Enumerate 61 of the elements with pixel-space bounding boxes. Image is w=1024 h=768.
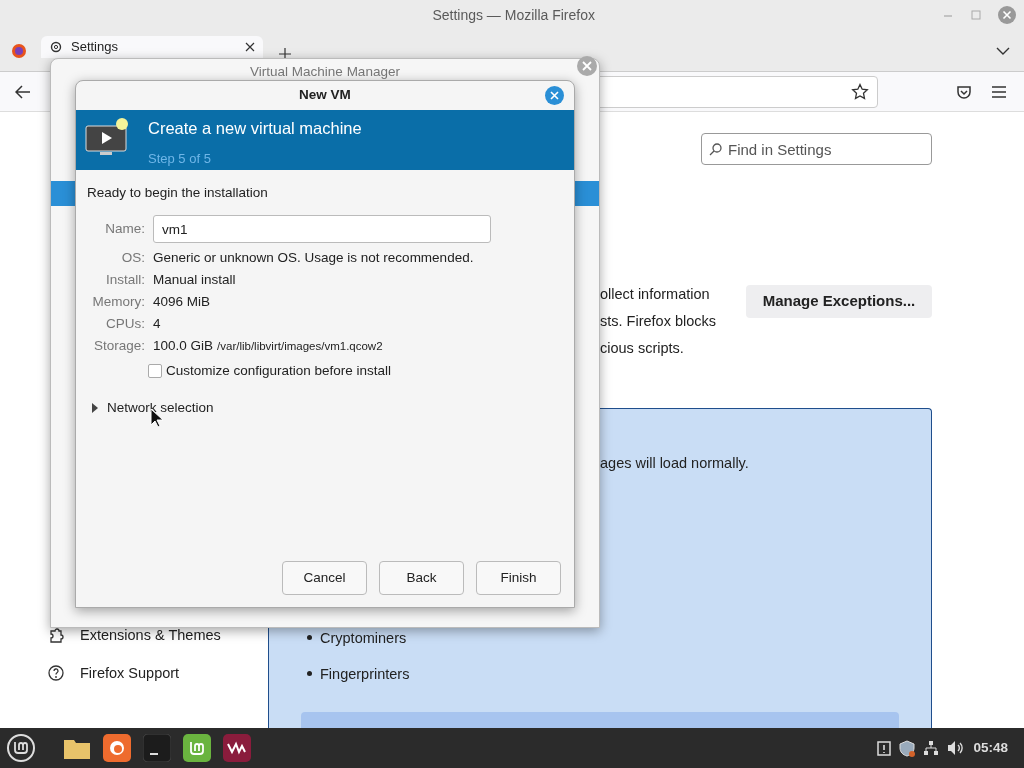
firefox-icon[interactable] — [103, 734, 131, 762]
file-path: /var/lib/libvirt/images/vm1.qcow2 — [217, 338, 383, 354]
expander-label[interactable]: Network selection — [107, 397, 214, 418]
intro-text: Ready to begin the installation — [87, 184, 269, 202]
field-value: Generic or unknown OS. Usage is not recommended. — [153, 249, 474, 268]
sidebar-item[interactable]: Firefox Support — [48, 664, 268, 682]
info-text: ages will load normally. — [600, 454, 750, 473]
tab-label: Settings — [71, 38, 119, 57]
paragraph-text: sts. Firefox blocks — [600, 312, 718, 331]
checkbox-label: Customize configuration before install — [166, 362, 392, 381]
shield-icon[interactable] — [899, 739, 916, 757]
bullet-icon — [307, 671, 312, 677]
field-value: Manual install — [153, 271, 236, 290]
name-field[interactable]: vm1 — [153, 215, 491, 244]
close-icon[interactable] — [245, 42, 255, 52]
field-label: Memory: — [91, 293, 145, 312]
dialog-button[interactable]: Finish — [476, 561, 561, 595]
back-arrow-icon[interactable] — [15, 84, 31, 99]
network-icon[interactable] — [923, 740, 940, 756]
volume-icon[interactable] — [947, 740, 966, 756]
search-icon — [709, 143, 722, 156]
banner-title: Create a new virtual machine — [148, 118, 362, 139]
clock[interactable]: 05:48 — [973, 737, 1008, 759]
star-icon[interactable] — [851, 82, 869, 101]
firefox-logo-icon[interactable] — [11, 43, 27, 59]
field-label: Install: — [104, 271, 145, 290]
field-label: OS: — [120, 249, 145, 268]
clipboard-icon[interactable] — [877, 740, 892, 756]
window-title: Settings — Mozilla Firefox — [432, 6, 595, 23]
checkbox[interactable] — [148, 364, 162, 379]
sidebar-item[interactable]: Extensions & Themes — [48, 626, 268, 644]
dialog-button[interactable]: Cancel — [282, 561, 367, 595]
manage-exceptions-button[interactable]: Manage Exceptions... — [746, 285, 932, 318]
dialog-title: New VM — [299, 86, 351, 105]
menu-logo-icon[interactable] — [6, 733, 36, 763]
field-value: 4 — [153, 315, 161, 334]
field-label: Storage: — [92, 337, 145, 356]
mint-logo-icon[interactable] — [183, 734, 211, 762]
terminal-icon[interactable] — [143, 734, 171, 762]
puzzle-piece-icon — [48, 627, 64, 643]
chevron-down-icon[interactable] — [996, 46, 1010, 56]
tab[interactable]: Settings — [41, 36, 263, 58]
menu-icon[interactable] — [992, 85, 1006, 98]
paragraph-text: cious scripts. — [600, 339, 685, 358]
search-field[interactable]: Find in Settings — [701, 133, 932, 165]
window-title: Virtual Machine Manager — [250, 62, 400, 81]
field-value: 4096 MiB — [153, 293, 211, 312]
gear-icon — [49, 40, 63, 54]
list-item: Fingerprinters — [320, 664, 410, 683]
pocket-icon[interactable] — [956, 83, 972, 100]
dialog-button[interactable]: Back — [379, 561, 464, 595]
field-value: 100.0 GiB — [153, 337, 214, 356]
help-icon — [48, 665, 64, 681]
field-label: CPUs: — [105, 315, 145, 334]
field-label: Name: — [104, 220, 145, 239]
paragraph-text: ollect information — [600, 285, 711, 304]
vm-icon[interactable] — [223, 734, 251, 762]
list-item: Cryptominers — [320, 628, 407, 647]
caret-right-icon[interactable] — [91, 402, 99, 413]
bullet-icon — [307, 635, 312, 641]
step-text: Step 5 of 5 — [148, 149, 212, 168]
